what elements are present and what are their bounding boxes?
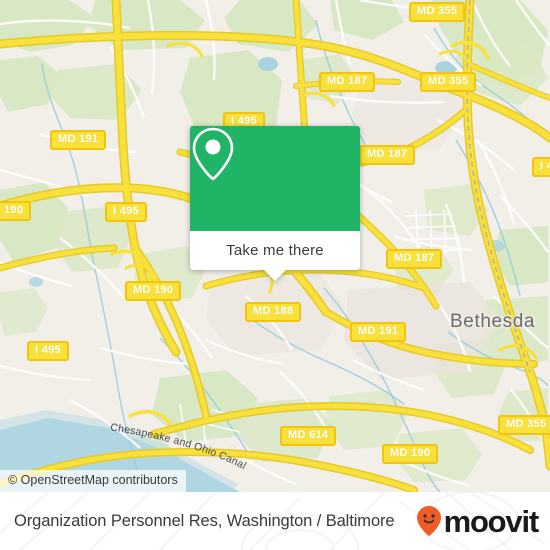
take-me-there-button[interactable]: Take me there (226, 242, 324, 259)
road-shield: I 495 (105, 202, 147, 222)
road-shield: 190 (0, 201, 32, 221)
moovit-logo[interactable]: moovit (416, 503, 540, 539)
osm-attribution[interactable]: © OpenStreetMap contributors (0, 470, 186, 492)
road-shield: I 495 (27, 341, 69, 361)
popup-action-row[interactable]: Take me there (190, 231, 360, 281)
map-canvas[interactable]: Chesapeake and Ohio Canal MD 355 MD 187 … (0, 0, 550, 492)
place-label-bethesda: Bethesda (450, 311, 536, 332)
footer-content: Organization Personnel Res, Washington /… (0, 492, 550, 550)
road-shield: MD 187 (386, 249, 443, 269)
popup-tail (264, 270, 286, 281)
road-shield: MD 188 (245, 302, 302, 322)
moovit-wordmark: moovit (443, 503, 540, 539)
road-shield: MD 191 (50, 130, 107, 150)
location-popup-card[interactable]: Take me there (190, 126, 360, 281)
road-shield: MD 614 (280, 426, 337, 446)
road-shield: MD 187 (359, 145, 416, 165)
page-title: Organization Personnel Res, Washington /… (14, 511, 395, 530)
road-shield: MD 190 (382, 444, 439, 464)
road-shield: MD 355 (409, 2, 466, 22)
road-shield: MD 187 (319, 72, 376, 92)
map-pin-icon (192, 127, 234, 181)
moovit-map-screenshot: Chesapeake and Ohio Canal MD 355 MD 187 … (0, 0, 550, 550)
road-shield: MD 355 (420, 72, 477, 92)
road-shield: MD 191 (350, 322, 407, 342)
road-shield: I 495 (532, 157, 550, 177)
moovit-smiley-pin-icon (416, 506, 441, 536)
footer-bar: Organization Personnel Res, Washington /… (0, 492, 550, 550)
road-shield: MD 190 (125, 281, 182, 301)
popup-header (190, 126, 360, 231)
road-shield: MD 355 (498, 415, 550, 435)
